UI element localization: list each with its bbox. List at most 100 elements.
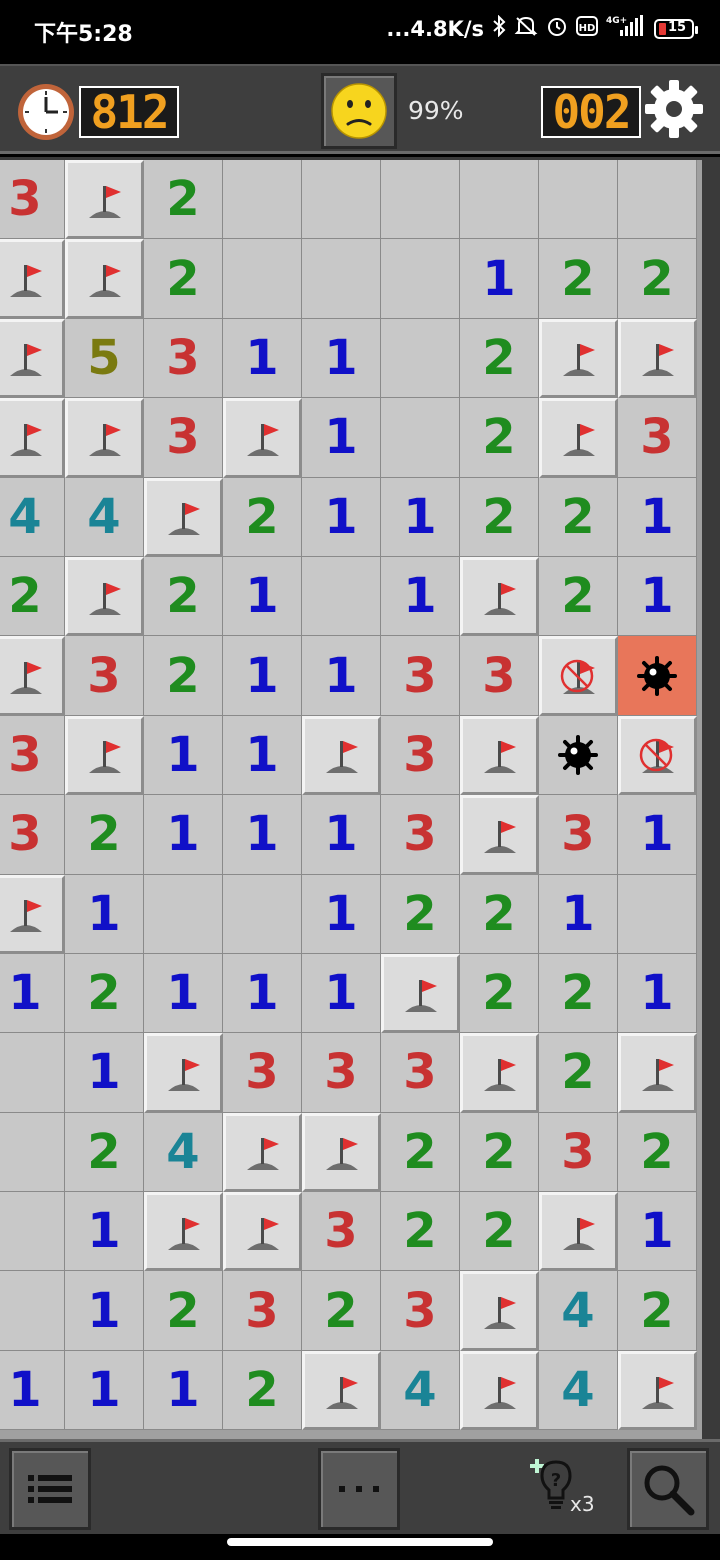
number-cell[interactable]: 1 <box>223 636 302 716</box>
number-cell[interactable]: 1 <box>381 556 460 637</box>
number-cell[interactable]: 2 <box>144 239 223 319</box>
empty-cell[interactable] <box>223 874 302 954</box>
number-cell[interactable]: 1 <box>302 318 381 399</box>
number-cell[interactable]: 1 <box>223 556 302 637</box>
number-cell[interactable]: 3 <box>0 795 65 875</box>
more-button[interactable] <box>318 1448 400 1530</box>
number-cell[interactable]: 1 <box>65 1350 144 1431</box>
number-cell[interactable]: 3 <box>381 715 460 796</box>
flagged-cell[interactable] <box>539 398 618 478</box>
empty-cell[interactable] <box>381 239 460 319</box>
number-cell[interactable]: 1 <box>302 795 381 875</box>
flagged-cell[interactable] <box>65 398 144 478</box>
face-reset-button[interactable] <box>321 73 397 149</box>
number-cell[interactable]: 2 <box>460 477 539 557</box>
number-cell[interactable]: 2 <box>0 556 65 637</box>
number-cell[interactable]: 2 <box>65 795 144 875</box>
number-cell[interactable]: 1 <box>223 318 302 399</box>
flagged-cell[interactable] <box>223 1112 302 1193</box>
number-cell[interactable]: 3 <box>460 636 539 716</box>
number-cell[interactable]: 1 <box>460 239 539 319</box>
number-cell[interactable]: 3 <box>65 636 144 716</box>
empty-cell[interactable] <box>539 160 618 240</box>
number-cell[interactable]: 2 <box>223 477 302 557</box>
flagged-cell[interactable] <box>460 1350 539 1431</box>
number-cell[interactable]: 1 <box>618 795 697 875</box>
flagged-cell[interactable] <box>0 239 65 319</box>
flagged-cell[interactable] <box>65 239 144 319</box>
flagged-cell[interactable] <box>460 556 539 637</box>
number-cell[interactable]: 2 <box>65 953 144 1034</box>
number-cell[interactable]: 2 <box>460 1112 539 1193</box>
number-cell[interactable]: 3 <box>144 318 223 399</box>
number-cell[interactable]: 4 <box>539 1350 618 1431</box>
number-cell[interactable]: 1 <box>223 795 302 875</box>
number-cell[interactable]: 2 <box>460 874 539 954</box>
number-cell[interactable]: 1 <box>618 477 697 557</box>
number-cell[interactable]: 1 <box>144 1350 223 1431</box>
number-cell[interactable]: 3 <box>302 1033 381 1113</box>
number-cell[interactable]: 3 <box>223 1033 302 1113</box>
number-cell[interactable]: 3 <box>223 1271 302 1351</box>
number-cell[interactable]: 1 <box>302 953 381 1034</box>
number-cell[interactable]: 3 <box>381 636 460 716</box>
flagged-cell[interactable] <box>144 477 223 557</box>
number-cell[interactable]: 1 <box>302 874 381 954</box>
number-cell[interactable]: 3 <box>0 715 65 796</box>
number-cell[interactable]: 1 <box>302 477 381 557</box>
flagged-cell[interactable] <box>539 1192 618 1272</box>
number-cell[interactable]: 3 <box>539 1112 618 1193</box>
flagged-cell[interactable] <box>144 1192 223 1272</box>
flagged-cell[interactable] <box>65 160 144 240</box>
number-cell[interactable]: 2 <box>539 556 618 637</box>
number-cell[interactable]: 1 <box>618 953 697 1034</box>
number-cell[interactable]: 1 <box>223 715 302 796</box>
number-cell[interactable]: 2 <box>460 1192 539 1272</box>
number-cell[interactable]: 4 <box>539 1271 618 1351</box>
number-cell[interactable]: 2 <box>65 1112 144 1193</box>
number-cell[interactable]: 2 <box>460 398 539 478</box>
number-cell[interactable]: 1 <box>223 953 302 1034</box>
number-cell[interactable]: 1 <box>539 874 618 954</box>
empty-cell[interactable] <box>0 1192 65 1272</box>
flagged-cell[interactable] <box>381 953 460 1034</box>
empty-cell[interactable] <box>223 160 302 240</box>
number-cell[interactable]: 5 <box>65 318 144 399</box>
flagged-cell[interactable] <box>460 1271 539 1351</box>
number-cell[interactable]: 2 <box>539 1033 618 1113</box>
empty-cell[interactable] <box>381 398 460 478</box>
menu-button[interactable] <box>9 1448 91 1530</box>
flagged-cell[interactable] <box>618 1350 697 1431</box>
flagged-cell[interactable] <box>460 715 539 796</box>
number-cell[interactable]: 2 <box>460 318 539 399</box>
number-cell[interactable]: 2 <box>539 477 618 557</box>
empty-cell[interactable] <box>302 239 381 319</box>
number-cell[interactable]: 3 <box>539 795 618 875</box>
flagged-cell[interactable] <box>65 715 144 796</box>
flagged-cell[interactable] <box>302 715 381 796</box>
number-cell[interactable]: 2 <box>539 239 618 319</box>
number-cell[interactable]: 2 <box>302 1271 381 1351</box>
number-cell[interactable]: 2 <box>144 160 223 240</box>
number-cell[interactable]: 1 <box>0 953 65 1034</box>
number-cell[interactable]: 1 <box>381 477 460 557</box>
number-cell[interactable]: 2 <box>618 239 697 319</box>
number-cell[interactable]: 1 <box>144 795 223 875</box>
number-cell[interactable]: 4 <box>381 1350 460 1431</box>
number-cell[interactable]: 3 <box>302 1192 381 1272</box>
home-gesture-bar[interactable] <box>227 1538 493 1546</box>
number-cell[interactable]: 3 <box>381 795 460 875</box>
gear-icon[interactable] <box>643 78 705 140</box>
number-cell[interactable]: 2 <box>460 953 539 1034</box>
number-cell[interactable]: 4 <box>144 1112 223 1193</box>
wrong-flag-cell[interactable] <box>618 715 697 796</box>
empty-cell[interactable] <box>618 160 697 240</box>
number-cell[interactable]: 2 <box>144 1271 223 1351</box>
empty-cell[interactable] <box>0 1271 65 1351</box>
number-cell[interactable]: 2 <box>618 1112 697 1193</box>
number-cell[interactable]: 3 <box>144 398 223 478</box>
number-cell[interactable]: 1 <box>302 636 381 716</box>
flagged-cell[interactable] <box>460 795 539 875</box>
empty-cell[interactable] <box>460 160 539 240</box>
number-cell[interactable]: 1 <box>65 1271 144 1351</box>
